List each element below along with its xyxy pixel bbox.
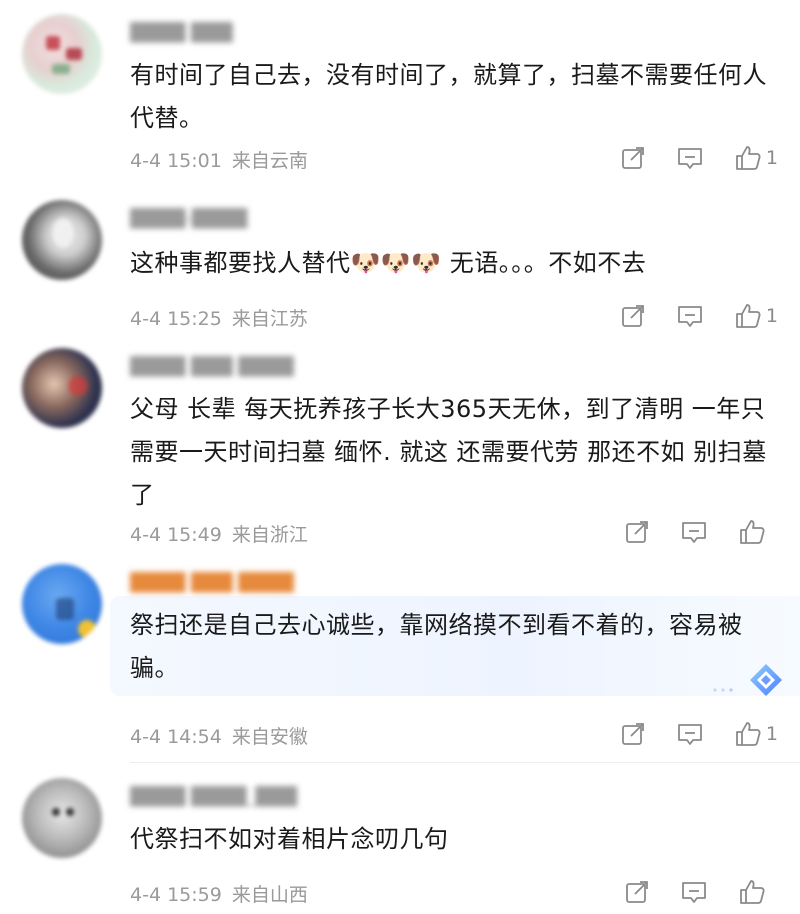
comment-icon xyxy=(682,522,706,543)
comment-location: 来自山西 xyxy=(231,884,308,906)
avatar[interactable] xyxy=(22,778,102,858)
comment-button[interactable] xyxy=(676,721,704,747)
comment-meta: 4-4 14:54 来自安徽 xyxy=(130,722,308,749)
share-icon xyxy=(622,723,644,745)
comment-actions: 1 xyxy=(620,300,778,332)
ai-sparkle-icon[interactable] xyxy=(744,660,788,700)
comment-icon xyxy=(682,882,706,903)
share-button[interactable] xyxy=(620,303,646,329)
comment-text: 有时间了自己去，没有时间了，就算了，扫墓不需要任何人代替。 xyxy=(130,61,767,132)
comment-button[interactable] xyxy=(680,519,708,545)
comment-meta: 4-4 15:25 来自江苏 xyxy=(130,304,308,331)
like-button[interactable] xyxy=(738,878,778,906)
divider xyxy=(130,762,800,763)
avatar[interactable] xyxy=(22,564,102,644)
thumbs-up-icon xyxy=(736,722,761,746)
comment-actions xyxy=(624,876,778,908)
comment-location: 来自云南 xyxy=(231,150,308,172)
comment-text: 这种事都要找人替代🐶🐶🐶 无语。。。不如不去 xyxy=(130,249,647,277)
like-count: 1 xyxy=(765,305,778,327)
dots-decoration xyxy=(713,688,733,692)
thumbs-up-icon xyxy=(736,146,761,170)
username[interactable]: ████ ███ ████ xyxy=(130,572,300,596)
avatar[interactable] xyxy=(22,348,102,428)
share-icon xyxy=(626,521,648,543)
comment-icon xyxy=(678,148,702,169)
like-button[interactable]: 1 xyxy=(734,720,778,748)
comment-text: 祭扫还是自己去心诚些，靠网络摸不到看不着的，容易被骗。 xyxy=(130,611,743,682)
share-icon xyxy=(622,147,644,169)
thumbs-up-icon xyxy=(736,304,761,328)
comment-button[interactable] xyxy=(676,303,704,329)
comment-actions: 1 xyxy=(620,718,778,750)
comment-meta: 4-4 15:01 来自云南 xyxy=(130,146,308,173)
avatar[interactable] xyxy=(22,200,102,280)
like-button[interactable] xyxy=(738,518,778,546)
share-button[interactable] xyxy=(624,879,650,905)
comment-location: 来自浙江 xyxy=(231,524,308,546)
username[interactable]: ████ ███ ████ xyxy=(130,356,300,380)
comment-date: 4-4 15:59 xyxy=(130,884,222,906)
comment-date: 4-4 15:01 xyxy=(130,150,222,172)
share-icon xyxy=(622,305,644,327)
comment-meta: 4-4 15:49 来自浙江 xyxy=(130,520,308,547)
like-button[interactable]: 1 xyxy=(734,302,778,330)
share-button[interactable] xyxy=(624,519,650,545)
username[interactable]: ████-████ xyxy=(130,208,300,232)
comment-meta: 4-4 15:59 来自山西 xyxy=(130,880,308,907)
share-button[interactable] xyxy=(620,721,646,747)
comment-button[interactable] xyxy=(680,879,708,905)
comment-icon xyxy=(678,724,702,745)
avatar[interactable] xyxy=(22,14,102,94)
comment-text: 父母 长辈 每天抚养孩子长大365天无休，到了清明 一年只需要一天时间扫墓 缅怀… xyxy=(130,395,767,509)
thumbs-up-icon xyxy=(740,520,765,544)
comment-date: 4-4 15:25 xyxy=(130,308,222,330)
comment-actions xyxy=(624,516,778,548)
comment-location: 来自安徽 xyxy=(231,726,308,748)
like-count: 1 xyxy=(765,147,778,169)
thumbs-up-icon xyxy=(740,880,765,904)
share-button[interactable] xyxy=(620,145,646,171)
comment-icon xyxy=(678,306,702,327)
comment-button[interactable] xyxy=(676,145,704,171)
comment-date: 4-4 15:49 xyxy=(130,524,222,546)
username[interactable]: ████ ████_███ xyxy=(130,786,300,810)
share-icon xyxy=(626,881,648,903)
username[interactable]: ████ ███ xyxy=(130,22,300,46)
comment-date: 4-4 14:54 xyxy=(130,726,222,748)
comment-location: 来自江苏 xyxy=(231,308,308,330)
like-count: 1 xyxy=(765,723,778,745)
like-button[interactable]: 1 xyxy=(734,144,778,172)
comment-actions: 1 xyxy=(620,142,778,174)
comment-text: 代祭扫不如对着相片念叨几句 xyxy=(130,825,449,853)
